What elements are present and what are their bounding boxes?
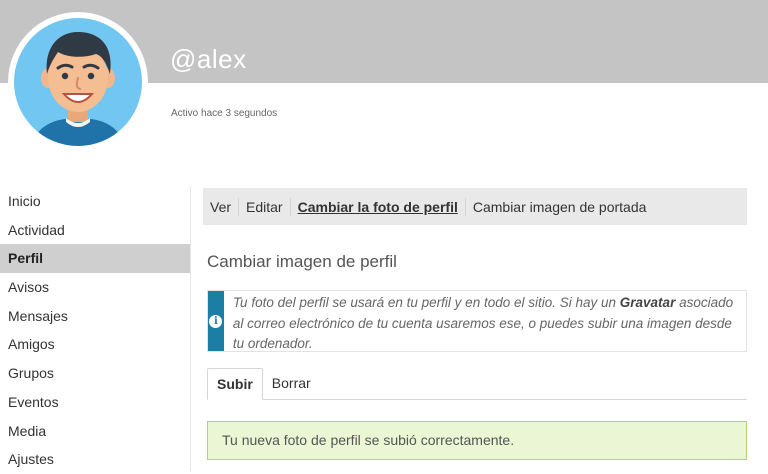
info-notice: i Tu foto del perfil se usará en tu perf… bbox=[207, 290, 747, 352]
sidebar-item-grupos[interactable]: Grupos bbox=[0, 359, 190, 388]
avatar-illustration bbox=[32, 32, 124, 146]
subnav-ver[interactable]: Ver bbox=[203, 197, 240, 216]
sidebar-divider bbox=[190, 187, 191, 471]
sidebar-item-eventos[interactable]: Eventos bbox=[0, 388, 190, 417]
tab-subir[interactable]: Subir bbox=[207, 368, 263, 400]
subnav-cambiar-foto[interactable]: Cambiar la foto de perfil bbox=[291, 197, 466, 216]
info-text-before: Tu foto del perfil se usará en tu perfil… bbox=[232, 295, 620, 310]
profile-sidebar: Inicio Actividad Perfil Avisos Mensajes … bbox=[0, 187, 190, 474]
sidebar-item-avisos[interactable]: Avisos bbox=[0, 273, 190, 302]
avatar[interactable] bbox=[8, 12, 148, 152]
last-active-status: Activo hace 3 segundos bbox=[171, 108, 278, 119]
profile-subnav: Ver Editar Cambiar la foto de perfil Cam… bbox=[203, 188, 747, 225]
page-title: Cambiar imagen de perfil bbox=[207, 252, 397, 271]
sidebar-item-ajustes[interactable]: Ajustes bbox=[0, 445, 190, 474]
sidebar-item-media[interactable]: Media bbox=[0, 417, 190, 446]
avatar-image bbox=[14, 18, 142, 146]
subnav-cambiar-portada[interactable]: Cambiar imagen de portada bbox=[466, 198, 654, 216]
gravatar-link[interactable]: Gravatar bbox=[620, 295, 676, 310]
info-accent: i bbox=[208, 291, 224, 351]
subnav-editar[interactable]: Editar bbox=[239, 197, 291, 216]
sidebar-item-perfil[interactable]: Perfil bbox=[0, 244, 190, 274]
success-message: Tu nueva foto de perfil se subió correct… bbox=[207, 421, 747, 460]
info-icon: i bbox=[209, 314, 223, 328]
sidebar-item-mensajes[interactable]: Mensajes bbox=[0, 302, 190, 331]
sidebar-item-inicio[interactable]: Inicio bbox=[0, 187, 190, 216]
avatar-tabs: Subir Borrar bbox=[207, 368, 747, 400]
info-text: Tu foto del perfil se usará en tu perfil… bbox=[224, 291, 746, 351]
sidebar-item-amigos[interactable]: Amigos bbox=[0, 330, 190, 359]
profile-username: @alex bbox=[170, 44, 247, 74]
tab-borrar[interactable]: Borrar bbox=[263, 368, 320, 399]
sidebar-item-actividad[interactable]: Actividad bbox=[0, 216, 190, 245]
